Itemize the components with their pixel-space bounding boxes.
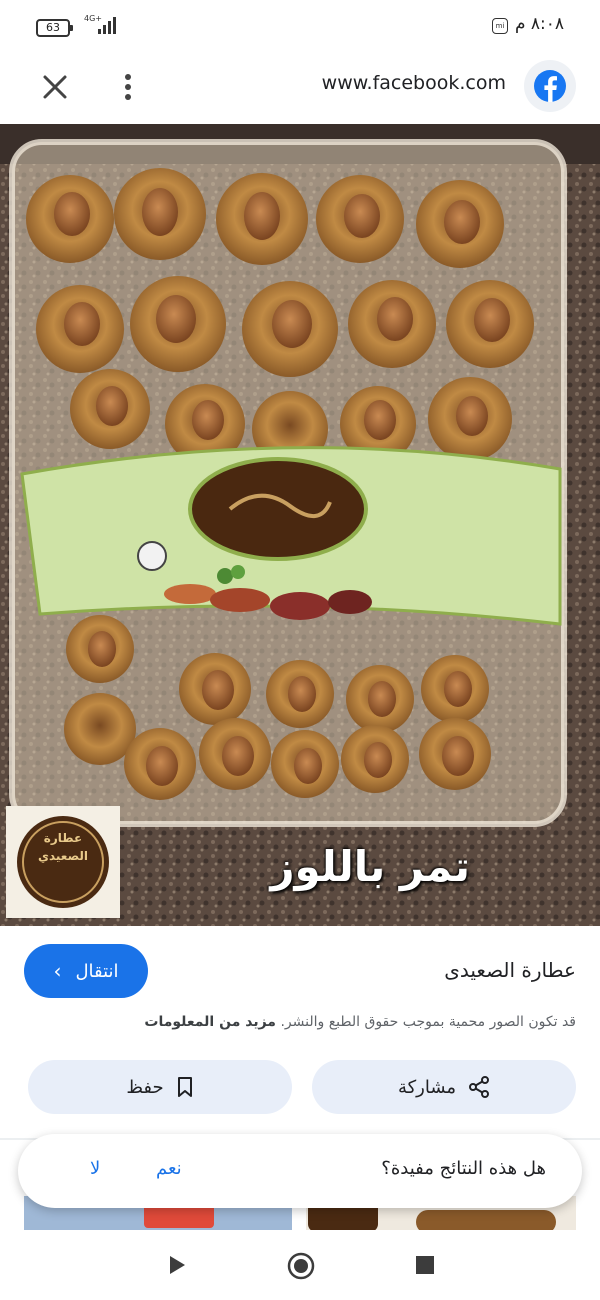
- recents-icon[interactable]: [415, 1255, 435, 1275]
- chevron-right-icon: ›: [53, 959, 62, 983]
- photo-logo-text: عطارة الصعيدي: [37, 831, 89, 863]
- image-preview[interactable]: عطارة الصعيدي تمر باللوز: [0, 124, 600, 926]
- more-vert-icon[interactable]: [116, 70, 140, 104]
- status-bar: 63 4G+ mi ٨:٠٨ م: [0, 0, 600, 52]
- system-nav-bar: [0, 1230, 600, 1300]
- visit-button[interactable]: انتقال ›: [24, 944, 148, 998]
- battery-indicator: 63: [36, 19, 73, 37]
- feedback-prompt: هل هذه النتائج مفيدة؟ نعم لا: [18, 1134, 582, 1208]
- share-label: مشاركة: [397, 1076, 457, 1098]
- share-icon: [469, 1076, 490, 1098]
- copyright-text: قد تكون الصور محمية بموجب حقوق الطبع وال…: [280, 1014, 576, 1030]
- copyright-notice: قد تكون الصور محمية بموجب حقوق الطبع وال…: [144, 1014, 576, 1030]
- facebook-icon: [524, 60, 576, 112]
- share-button[interactable]: مشاركة: [312, 1060, 576, 1114]
- back-icon[interactable]: [166, 1254, 188, 1276]
- feedback-no-button[interactable]: لا: [90, 1158, 100, 1179]
- status-time: ٨:٠٨ م: [514, 14, 564, 34]
- home-icon[interactable]: [287, 1252, 315, 1280]
- mi-notification-icon: mi: [492, 18, 508, 34]
- visit-label: انتقال: [75, 960, 119, 982]
- save-button[interactable]: حفظ: [28, 1060, 292, 1114]
- browser-bar: www.facebook.com: [0, 52, 600, 120]
- result-panel: انتقال › عطارة الصعيدى قد تكون الصور محم…: [0, 926, 600, 1140]
- close-icon[interactable]: [38, 70, 72, 104]
- bookmark-icon: [177, 1077, 192, 1097]
- signal-icon: [98, 16, 118, 34]
- page-url[interactable]: www.facebook.com: [322, 72, 506, 94]
- save-label: حفظ: [126, 1076, 164, 1098]
- photo-caption: تمر باللوز: [270, 842, 470, 891]
- feedback-question: هل هذه النتائج مفيدة؟: [381, 1158, 546, 1179]
- more-info-link[interactable]: مزيد من المعلومات: [144, 1014, 276, 1030]
- source-title[interactable]: عطارة الصعيدى: [444, 958, 576, 982]
- feedback-yes-button[interactable]: نعم: [156, 1158, 182, 1179]
